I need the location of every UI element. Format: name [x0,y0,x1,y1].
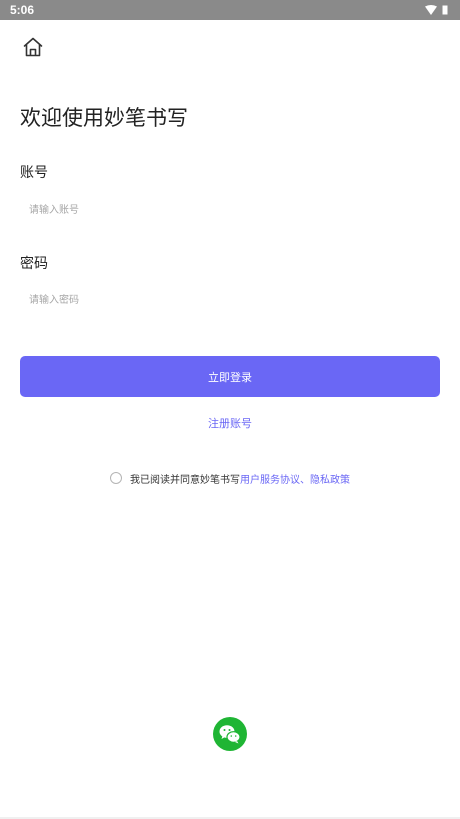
register-link[interactable]: 注册账号 [0,415,460,431]
wechat-login-button[interactable] [213,717,247,751]
login-button[interactable]: 立即登录 [20,356,440,397]
home-button[interactable] [21,35,45,59]
agree-radio[interactable] [110,472,122,484]
agreement-row: 我已阅读并同意妙笔书写 用户服务协议 、 隐私政策 [0,469,460,487]
status-icons [425,5,448,15]
password-label: 密码 [20,256,48,272]
user-agreement-link[interactable]: 用户服务协议 [240,471,300,486]
page-title: 欢迎使用妙笔书写 [20,106,188,130]
agreement-separator: 、 [300,474,310,486]
status-time: 5:06 [10,3,35,17]
account-input[interactable] [20,195,440,225]
wifi-icon [425,5,437,15]
privacy-policy-link[interactable]: 隐私政策 [310,471,350,486]
battery-icon [442,5,448,15]
status-bar: 5:06 [0,0,460,20]
wechat-icon [219,725,241,744]
home-icon [23,37,43,57]
agreement-text: 我已阅读并同意妙笔书写 [130,474,240,486]
password-input[interactable] [20,285,440,315]
account-label: 账号 [20,165,48,181]
